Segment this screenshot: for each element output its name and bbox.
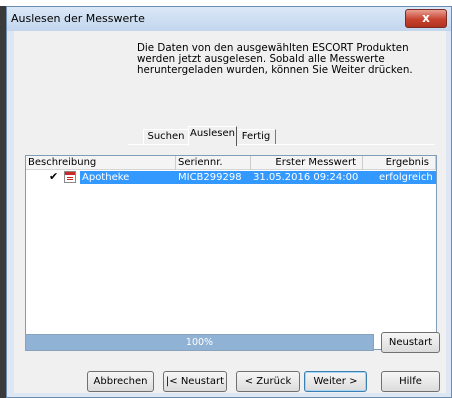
column-header-beschreibung[interactable]: Beschreibung	[26, 156, 176, 170]
info-text: Die Daten von den ausgewählten ESCORT Pr…	[137, 42, 413, 76]
dialog-content: Die Daten von den ausgewählten ESCORT Pr…	[14, 31, 446, 393]
cell-erster-messwert: 31.05.2016 09:24:00	[253, 172, 359, 183]
tab-suchen[interactable]: Suchen	[143, 129, 189, 145]
column-header-ergebnis[interactable]: Ergebnis	[363, 156, 436, 170]
column-header-erster-messwert[interactable]: Erster Messwert	[251, 156, 363, 170]
column-header-seriennr[interactable]: Seriennr.	[176, 156, 251, 170]
tab-fertig[interactable]: Fertig	[236, 129, 276, 145]
neustart-button[interactable]: |< Neustart	[163, 371, 227, 392]
abbrechen-button[interactable]: Abbrechen	[87, 371, 154, 392]
device-document-icon	[64, 171, 76, 183]
tab-auslesen[interactable]: Auslesen	[188, 126, 237, 146]
close-button[interactable]: x	[405, 9, 447, 28]
progress-bar: 100%	[25, 334, 374, 351]
dialog-window: Auslesen der Messwerte x Die Daten von d…	[6, 6, 452, 398]
device-table[interactable]: Beschreibung Seriennr. Erster Messwert E…	[25, 155, 437, 350]
zurueck-button[interactable]: < Zurück	[236, 371, 300, 392]
cell-seriennr: MICB299298	[178, 172, 242, 183]
tab-divider	[128, 144, 435, 145]
table-row[interactable]: ✔ Apotheke MICB299298 31.05.2016 09:24:0…	[27, 170, 436, 184]
cell-ergebnis: erfolgreich	[379, 172, 433, 183]
neustart-side-button[interactable]: Neustart	[381, 332, 440, 353]
title-bar[interactable]: Auslesen der Messwerte x	[7, 7, 451, 31]
close-icon: x	[422, 11, 430, 25]
checkbox-checked-icon[interactable]: ✔	[49, 170, 58, 183]
progress-text: 100%	[185, 337, 214, 348]
weiter-button[interactable]: Weiter >	[304, 371, 367, 392]
cell-beschreibung: Apotheke	[82, 172, 130, 183]
window-title: Auslesen der Messwerte	[11, 12, 145, 25]
hilfe-button[interactable]: Hilfe	[381, 371, 440, 392]
